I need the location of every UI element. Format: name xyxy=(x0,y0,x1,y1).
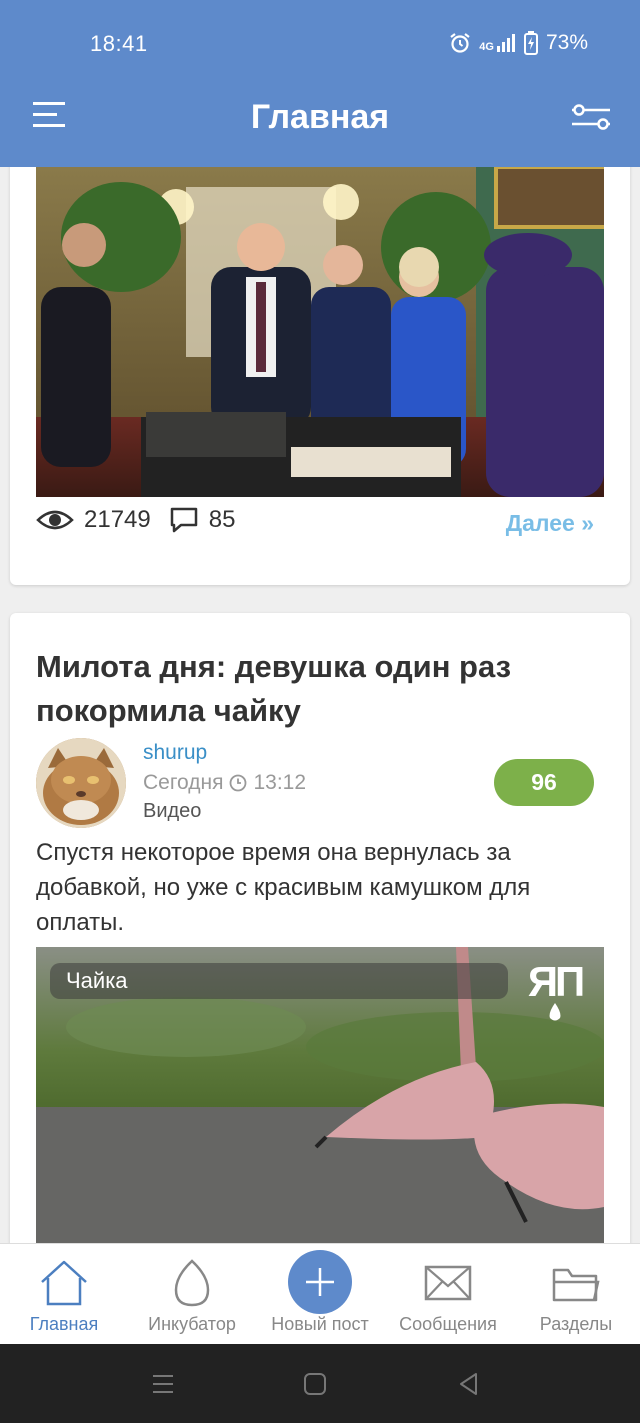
post-image[interactable] xyxy=(36,167,604,497)
eye-icon xyxy=(36,510,74,530)
network-type: 4G xyxy=(479,41,494,53)
nav-sections-label: Разделы xyxy=(539,1314,613,1334)
nav-incubator-label: Инкубатор xyxy=(148,1314,236,1334)
post-feed[interactable]: 21749 85 Далее » Милота дня: девушка оди… xyxy=(0,167,640,1243)
video-player[interactable]: Чайка ЯП xyxy=(36,947,604,1243)
author-link[interactable]: shurup xyxy=(143,741,207,765)
page-title: Главная xyxy=(250,98,390,136)
envelope-icon xyxy=(424,1265,472,1301)
post-category[interactable]: Видео xyxy=(143,800,201,823)
status-icons: 4G 73% xyxy=(449,31,588,55)
video-title[interactable]: Чайка xyxy=(50,963,508,999)
read-more-link[interactable]: Далее » xyxy=(506,510,594,537)
site-logo-watermark: ЯП xyxy=(520,961,590,1023)
post-photo xyxy=(36,167,604,497)
date-label: Сегодня xyxy=(143,771,224,794)
nav-messages[interactable]: Сообщения xyxy=(384,1244,512,1345)
nav-new-post-label: Новый пост xyxy=(271,1314,369,1334)
drop-icon xyxy=(549,1003,561,1021)
cat-avatar-image xyxy=(36,738,126,828)
new-post-button[interactable] xyxy=(288,1250,352,1314)
rating-badge[interactable]: 96 xyxy=(494,759,594,806)
nav-home[interactable]: Главная xyxy=(0,1244,128,1345)
network-icon: 4G xyxy=(479,33,516,53)
nav-sections[interactable]: Разделы xyxy=(512,1244,640,1345)
home-button-icon[interactable] xyxy=(302,1371,328,1397)
post-date: Сегодня 13:12 xyxy=(143,771,306,795)
views-count: 21749 xyxy=(84,506,151,533)
comments-count[interactable]: 85 xyxy=(209,506,236,534)
home-icon xyxy=(41,1260,87,1306)
nav-new-post[interactable]: Новый пост xyxy=(256,1244,384,1345)
nav-home-label: Главная xyxy=(29,1314,99,1334)
post-title[interactable]: Милота дня: девушка один раз покормила ч… xyxy=(36,645,596,733)
comment-icon[interactable] xyxy=(169,506,199,534)
status-time: 18:41 xyxy=(90,31,148,56)
egg-icon xyxy=(174,1259,210,1307)
clock-icon xyxy=(230,774,247,792)
battery-level: 73% xyxy=(545,31,588,54)
plus-icon xyxy=(306,1268,334,1296)
alarm-icon xyxy=(450,33,470,53)
post-card[interactable]: Милота дня: девушка один раз покормила ч… xyxy=(10,613,630,1243)
post-excerpt: Спустя некоторое время она вернулась за … xyxy=(36,839,531,936)
avatar[interactable] xyxy=(36,738,126,828)
folder-icon xyxy=(552,1268,600,1302)
back-icon[interactable] xyxy=(456,1371,482,1397)
post-stats: 21749 85 xyxy=(36,506,253,534)
post-card[interactable]: 21749 85 Далее » xyxy=(10,167,630,585)
bottom-navigation: Главная Инкубатор Новый пост Сообщения Р… xyxy=(0,1243,640,1344)
nav-messages-label: Сообщения xyxy=(399,1314,497,1334)
nav-incubator[interactable]: Инкубатор xyxy=(128,1244,256,1345)
app-header: 18:41 4G 73% Главная xyxy=(0,0,640,167)
time-label: 13:12 xyxy=(253,771,307,794)
recent-apps-icon[interactable] xyxy=(150,1371,176,1397)
filter-sliders-icon[interactable] xyxy=(570,102,612,132)
battery-icon xyxy=(523,31,538,55)
system-navigation-bar xyxy=(0,1344,640,1423)
